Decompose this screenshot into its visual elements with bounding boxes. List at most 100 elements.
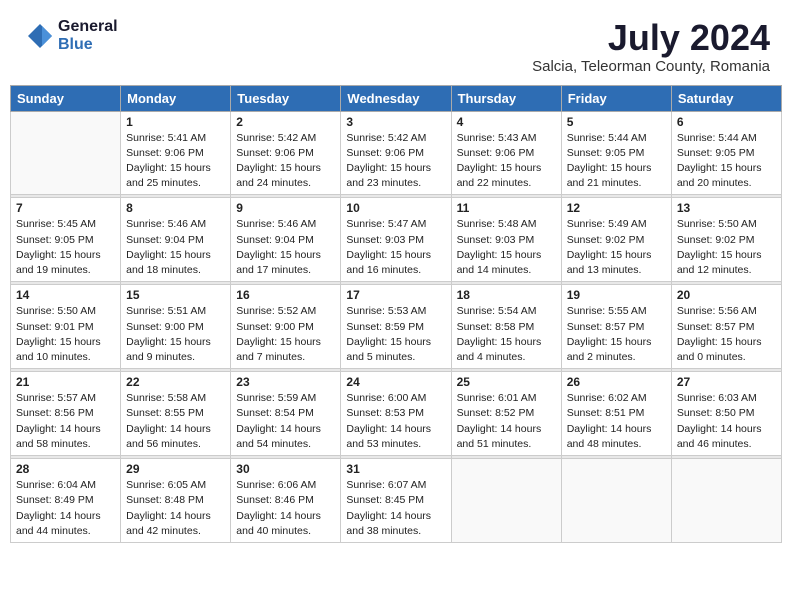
day-number: 16 [236, 288, 335, 302]
day-of-week-header: Sunday [11, 85, 121, 111]
day-number: 17 [346, 288, 445, 302]
calendar-cell [671, 459, 781, 543]
day-info: Sunrise: 6:04 AM Sunset: 8:49 PM Dayligh… [16, 478, 115, 539]
calendar-cell: 10Sunrise: 5:47 AM Sunset: 9:03 PM Dayli… [341, 198, 451, 282]
day-info: Sunrise: 5:42 AM Sunset: 9:06 PM Dayligh… [236, 131, 335, 192]
day-number: 14 [16, 288, 115, 302]
day-number: 3 [346, 115, 445, 129]
day-number: 20 [677, 288, 776, 302]
day-info: Sunrise: 5:56 AM Sunset: 8:57 PM Dayligh… [677, 304, 776, 365]
calendar-cell: 21 Sunrise: 5:57 AM Sunset: 8:56 PM Dayli… [11, 372, 121, 456]
day-number: 5 [567, 115, 666, 129]
day-info: Sunrise: 5:51 AM Sunset: 9:00 PM Dayligh… [126, 304, 225, 365]
calendar-cell: 27 Sunrise: 6:03 AM Sunset: 8:50 PM Dayli… [671, 372, 781, 456]
day-number: 27 [677, 375, 776, 389]
month-title: July 2024 [532, 18, 770, 58]
day-number: 26 [567, 375, 666, 389]
calendar-cell: 9 Sunrise: 5:46 AM Sunset: 9:04 PM Daylig… [231, 198, 341, 282]
day-number: 7 [16, 201, 115, 215]
logo-icon [22, 22, 54, 50]
day-info: Sunrise: 5:46 AM Sunset: 9:04 PM Dayligh… [236, 217, 335, 278]
day-number: 4 [457, 115, 556, 129]
calendar-week-row: 28 Sunrise: 6:04 AM Sunset: 8:49 PM Dayli… [11, 459, 782, 543]
day-number: 28 [16, 462, 115, 476]
day-number: 8 [126, 201, 225, 215]
day-number: 13 [677, 201, 776, 215]
calendar-cell: 16 Sunrise: 5:52 AM Sunset: 9:00 PM Dayli… [231, 285, 341, 369]
day-of-week-header: Monday [121, 85, 231, 111]
calendar-cell: 11 Sunrise: 5:48 AM Sunset: 9:03 PM Dayli… [451, 198, 561, 282]
day-number: 10 [346, 201, 445, 215]
location-title: Salcia, Teleorman County, Romania [532, 58, 770, 75]
day-number: 18 [457, 288, 556, 302]
day-number: 11 [457, 201, 556, 215]
calendar-cell: 28 Sunrise: 6:04 AM Sunset: 8:49 PM Dayli… [11, 459, 121, 543]
day-info: Sunrise: 6:03 AM Sunset: 8:50 PM Dayligh… [677, 391, 776, 452]
title-block: July 2024 Salcia, Teleorman County, Roma… [532, 18, 770, 75]
calendar-cell: 6 Sunrise: 5:44 AM Sunset: 9:05 PM Daylig… [671, 111, 781, 195]
day-info: Sunrise: 5:49 AM Sunset: 9:02 PM Dayligh… [567, 217, 666, 278]
calendar-cell: 19 Sunrise: 5:55 AM Sunset: 8:57 PM Dayli… [561, 285, 671, 369]
day-info: Sunrise: 6:01 AM Sunset: 8:52 PM Dayligh… [457, 391, 556, 452]
calendar-cell: 25 Sunrise: 6:01 AM Sunset: 8:52 PM Dayli… [451, 372, 561, 456]
day-of-week-header: Tuesday [231, 85, 341, 111]
day-info: Sunrise: 5:58 AM Sunset: 8:55 PM Dayligh… [126, 391, 225, 452]
calendar-header-row: SundayMondayTuesdayWednesdayThursdayFrid… [11, 85, 782, 111]
day-info: Sunrise: 6:05 AM Sunset: 8:48 PM Dayligh… [126, 478, 225, 539]
calendar-cell: 5 Sunrise: 5:44 AM Sunset: 9:05 PM Daylig… [561, 111, 671, 195]
calendar-cell: 7 Sunrise: 5:45 AM Sunset: 9:05 PM Daylig… [11, 198, 121, 282]
day-of-week-header: Wednesday [341, 85, 451, 111]
day-info: Sunrise: 5:43 AM Sunset: 9:06 PM Dayligh… [457, 131, 556, 192]
calendar-cell: 3 Sunrise: 5:42 AM Sunset: 9:06 PM Daylig… [341, 111, 451, 195]
day-number: 9 [236, 201, 335, 215]
calendar-week-row: 14 Sunrise: 5:50 AM Sunset: 9:01 PM Dayli… [11, 285, 782, 369]
day-info: Sunrise: 5:44 AM Sunset: 9:05 PM Dayligh… [567, 131, 666, 192]
day-number: 2 [236, 115, 335, 129]
calendar-cell: 12 Sunrise: 5:49 AM Sunset: 9:02 PM Dayli… [561, 198, 671, 282]
day-number: 22 [126, 375, 225, 389]
day-of-week-header: Thursday [451, 85, 561, 111]
day-info: Sunrise: 6:07 AM Sunset: 8:45 PM Dayligh… [346, 478, 445, 539]
day-number: 31 [346, 462, 445, 476]
day-info: Sunrise: 5:57 AM Sunset: 8:56 PM Dayligh… [16, 391, 115, 452]
day-info: Sunrise: 5:44 AM Sunset: 9:05 PM Dayligh… [677, 131, 776, 192]
page-header: General Blue July 2024 Salcia, Teleorman… [10, 10, 782, 79]
day-info: Sunrise: 5:53 AM Sunset: 8:59 PM Dayligh… [346, 304, 445, 365]
day-number: 23 [236, 375, 335, 389]
calendar-cell: 15Sunrise: 5:51 AM Sunset: 9:00 PM Dayli… [121, 285, 231, 369]
day-number: 24 [346, 375, 445, 389]
calendar-cell: 4 Sunrise: 5:43 AM Sunset: 9:06 PM Daylig… [451, 111, 561, 195]
calendar-cell [561, 459, 671, 543]
calendar-cell: 2 Sunrise: 5:42 AM Sunset: 9:06 PM Daylig… [231, 111, 341, 195]
day-number: 25 [457, 375, 556, 389]
calendar-cell: 17 Sunrise: 5:53 AM Sunset: 8:59 PM Dayli… [341, 285, 451, 369]
day-info: Sunrise: 5:45 AM Sunset: 9:05 PM Dayligh… [16, 217, 115, 278]
day-number: 29 [126, 462, 225, 476]
day-of-week-header: Friday [561, 85, 671, 111]
day-info: Sunrise: 5:41 AM Sunset: 9:06 PM Dayligh… [126, 131, 225, 192]
calendar-cell: 14 Sunrise: 5:50 AM Sunset: 9:01 PM Dayli… [11, 285, 121, 369]
day-info: Sunrise: 5:42 AM Sunset: 9:06 PM Dayligh… [346, 131, 445, 192]
day-number: 21 [16, 375, 115, 389]
day-info: Sunrise: 5:50 AM Sunset: 9:01 PM Dayligh… [16, 304, 115, 365]
day-info: Sunrise: 5:59 AM Sunset: 8:54 PM Dayligh… [236, 391, 335, 452]
calendar-cell [451, 459, 561, 543]
calendar-cell: 23 Sunrise: 5:59 AM Sunset: 8:54 PM Dayli… [231, 372, 341, 456]
day-info: Sunrise: 5:55 AM Sunset: 8:57 PM Dayligh… [567, 304, 666, 365]
calendar-cell: 20 Sunrise: 5:56 AM Sunset: 8:57 PM Dayli… [671, 285, 781, 369]
day-number: 6 [677, 115, 776, 129]
calendar-cell: 29 Sunrise: 6:05 AM Sunset: 8:48 PM Dayli… [121, 459, 231, 543]
day-info: Sunrise: 5:48 AM Sunset: 9:03 PM Dayligh… [457, 217, 556, 278]
calendar-cell: 18Sunrise: 5:54 AM Sunset: 8:58 PM Dayli… [451, 285, 561, 369]
logo: General Blue [22, 18, 118, 54]
calendar-cell: 13Sunrise: 5:50 AM Sunset: 9:02 PM Dayli… [671, 198, 781, 282]
calendar-cell: 1Sunrise: 5:41 AM Sunset: 9:06 PM Daylig… [121, 111, 231, 195]
day-number: 12 [567, 201, 666, 215]
day-number: 19 [567, 288, 666, 302]
logo-general: General [58, 18, 118, 35]
day-info: Sunrise: 6:02 AM Sunset: 8:51 PM Dayligh… [567, 391, 666, 452]
calendar-cell: 30Sunrise: 6:06 AM Sunset: 8:46 PM Dayli… [231, 459, 341, 543]
calendar-table: SundayMondayTuesdayWednesdayThursdayFrid… [10, 85, 782, 543]
day-info: Sunrise: 5:52 AM Sunset: 9:00 PM Dayligh… [236, 304, 335, 365]
logo-blue: Blue [58, 36, 93, 53]
